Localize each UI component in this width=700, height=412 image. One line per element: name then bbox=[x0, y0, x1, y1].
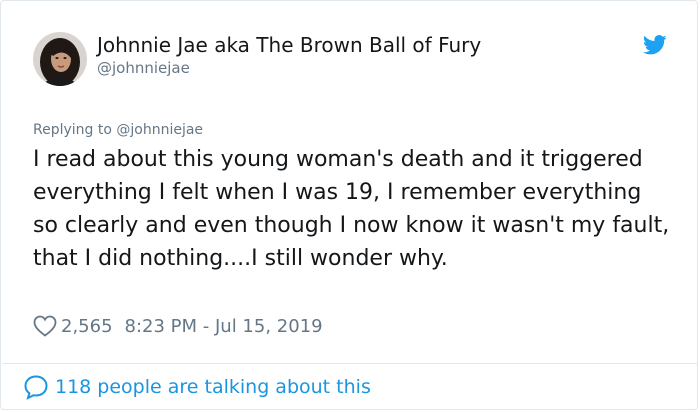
conversation-label: 118 people are talking about this bbox=[55, 376, 371, 398]
tweet-timestamp[interactable]: 8:23 PM - Jul 15, 2019 bbox=[125, 316, 323, 337]
heart-icon[interactable] bbox=[33, 315, 57, 337]
twitter-bird-icon[interactable] bbox=[643, 35, 667, 55]
tweet-text: I read about this young woman's death an… bbox=[33, 147, 670, 271]
avatar[interactable] bbox=[33, 32, 87, 86]
speech-bubble-icon bbox=[24, 375, 48, 400]
divider bbox=[2, 363, 698, 364]
author-handle[interactable]: @johnniejae bbox=[97, 58, 190, 78]
like-count[interactable]: 2,565 bbox=[61, 316, 113, 337]
author-display-name[interactable]: Johnnie Jae aka The Brown Ball of Fury bbox=[97, 32, 481, 58]
tweet-card: Johnnie Jae aka The Brown Ball of Fury @… bbox=[0, 0, 698, 410]
conversation-link[interactable]: 118 people are talking about this bbox=[23, 374, 371, 400]
replying-to[interactable]: Replying to @johnniejae bbox=[33, 120, 203, 140]
avatar-image bbox=[33, 32, 87, 86]
tweet-meta: 2,565 8:23 PM - Jul 15, 2019 bbox=[33, 313, 323, 339]
